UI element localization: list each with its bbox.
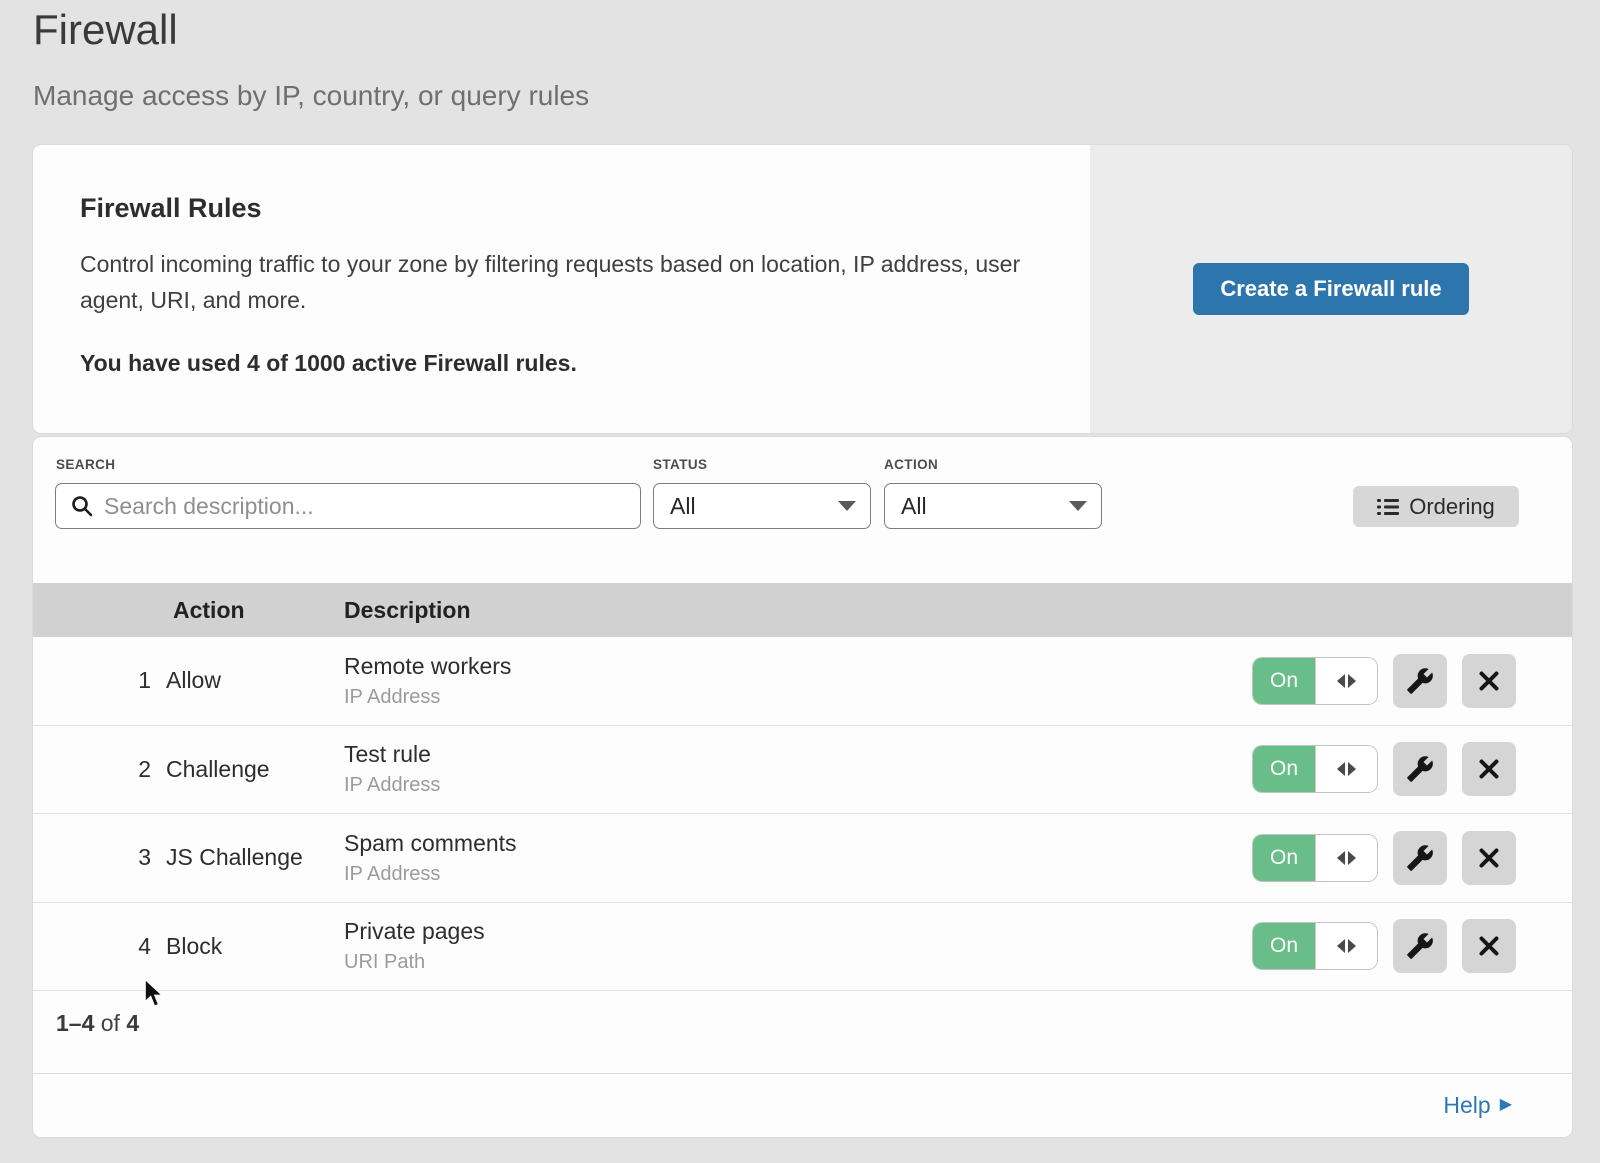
toggle-on-label: On: [1253, 658, 1315, 704]
edit-rule-button[interactable]: [1393, 654, 1447, 708]
help-link-label: Help: [1443, 1092, 1490, 1119]
pagination-total: 4: [126, 1010, 139, 1036]
wrench-icon: [1406, 667, 1434, 695]
delete-rule-button[interactable]: [1462, 919, 1516, 973]
delete-rule-button[interactable]: [1462, 742, 1516, 796]
table-row: 3 JS Challenge Spam comments IP Address …: [33, 814, 1572, 903]
pagination: 1–4 of 4: [56, 1010, 139, 1037]
rule-action: Block: [166, 933, 344, 960]
ordered-list-icon: [1377, 498, 1399, 516]
edit-rule-button[interactable]: [1393, 919, 1447, 973]
wrench-icon: [1406, 844, 1434, 872]
rules-card: SEARCH STATUS All ACTION All Ordering Ac…: [33, 437, 1572, 1137]
table-body: 1 Allow Remote workers IP Address On: [33, 637, 1572, 991]
delete-rule-button[interactable]: [1462, 654, 1516, 708]
rule-enabled-toggle[interactable]: On: [1253, 923, 1377, 969]
toggle-arrows-icon: [1315, 746, 1377, 792]
rule-controls: On: [1253, 831, 1516, 885]
toggle-arrows-icon: [1315, 658, 1377, 704]
toggle-arrows-icon: [1315, 923, 1377, 969]
help-link[interactable]: Help ▶: [1443, 1092, 1512, 1119]
wrench-icon: [1406, 932, 1434, 960]
rule-description-cell: Spam comments IP Address: [344, 830, 517, 886]
overview-description: Control incoming traffic to your zone by…: [80, 246, 1040, 318]
delete-rule-button[interactable]: [1462, 831, 1516, 885]
toggle-on-label: On: [1253, 923, 1315, 969]
overview-cta-panel: Create a Firewall rule: [1090, 145, 1572, 433]
rule-description: Spam comments: [344, 830, 517, 857]
rule-description-cell: Private pages URI Path: [344, 918, 485, 974]
rule-action: JS Challenge: [166, 844, 344, 871]
arrow-right-icon: ▶: [1500, 1097, 1512, 1113]
close-icon: [1477, 934, 1501, 958]
ordering-button[interactable]: Ordering: [1353, 486, 1519, 527]
action-select[interactable]: All: [884, 483, 1102, 529]
close-icon: [1477, 846, 1501, 870]
rule-controls: On: [1253, 742, 1516, 796]
toggle-arrows-icon: [1315, 835, 1377, 881]
rule-description: Test rule: [344, 741, 440, 768]
rule-field: IP Address: [344, 686, 511, 709]
rule-description-cell: Test rule IP Address: [344, 741, 440, 797]
rule-enabled-toggle[interactable]: On: [1253, 746, 1377, 792]
toggle-on-label: On: [1253, 835, 1315, 881]
rule-enabled-toggle[interactable]: On: [1253, 835, 1377, 881]
toggle-on-label: On: [1253, 746, 1315, 792]
status-select-value: All: [670, 493, 696, 520]
table-row: 4 Block Private pages URI Path On: [33, 903, 1572, 992]
edit-rule-button[interactable]: [1393, 742, 1447, 796]
close-icon: [1477, 757, 1501, 781]
overview-heading: Firewall Rules: [80, 193, 1050, 224]
rule-controls: On: [1253, 919, 1516, 973]
rule-description: Remote workers: [344, 653, 511, 680]
rule-priority: 4: [33, 933, 166, 960]
wrench-icon: [1406, 755, 1434, 783]
column-header-description: Description: [344, 597, 471, 624]
chevron-down-icon: [838, 501, 856, 511]
rule-action: Allow: [166, 667, 344, 694]
status-label: STATUS: [653, 457, 707, 472]
chevron-down-icon: [1069, 501, 1087, 511]
rule-priority: 3: [33, 844, 166, 871]
rule-action: Challenge: [166, 756, 344, 783]
overview-content: Firewall Rules Control incoming traffic …: [33, 145, 1090, 433]
rule-priority: 2: [33, 756, 166, 783]
action-label: ACTION: [884, 457, 938, 472]
table-header: Action Description: [33, 583, 1572, 637]
page-subtitle: Manage access by IP, country, or query r…: [33, 80, 589, 112]
table-row: 1 Allow Remote workers IP Address On: [33, 637, 1572, 726]
pagination-of: of: [101, 1010, 120, 1036]
search-label: SEARCH: [56, 457, 115, 472]
rule-description: Private pages: [344, 918, 485, 945]
column-header-action: Action: [173, 597, 245, 624]
close-icon: [1477, 669, 1501, 693]
pagination-range: 1–4: [56, 1010, 94, 1036]
rule-field: IP Address: [344, 863, 517, 886]
rule-controls: On: [1253, 654, 1516, 708]
rule-field: URI Path: [344, 951, 485, 974]
action-select-value: All: [901, 493, 927, 520]
rule-enabled-toggle[interactable]: On: [1253, 658, 1377, 704]
create-firewall-rule-button[interactable]: Create a Firewall rule: [1193, 263, 1468, 315]
usage-note: You have used 4 of 1000 active Firewall …: [80, 350, 1050, 377]
ordering-button-label: Ordering: [1409, 494, 1495, 520]
edit-rule-button[interactable]: [1393, 831, 1447, 885]
status-select[interactable]: All: [653, 483, 871, 529]
table-row: 2 Challenge Test rule IP Address On: [33, 726, 1572, 815]
overview-card: Firewall Rules Control incoming traffic …: [33, 145, 1572, 433]
help-footer: Help ▶: [33, 1074, 1572, 1136]
search-input[interactable]: [104, 493, 626, 520]
page-title: Firewall: [33, 6, 178, 54]
rule-field: IP Address: [344, 774, 440, 797]
search-field[interactable]: [55, 483, 641, 529]
rule-priority: 1: [33, 667, 166, 694]
rule-description-cell: Remote workers IP Address: [344, 653, 511, 709]
search-icon: [70, 494, 94, 518]
